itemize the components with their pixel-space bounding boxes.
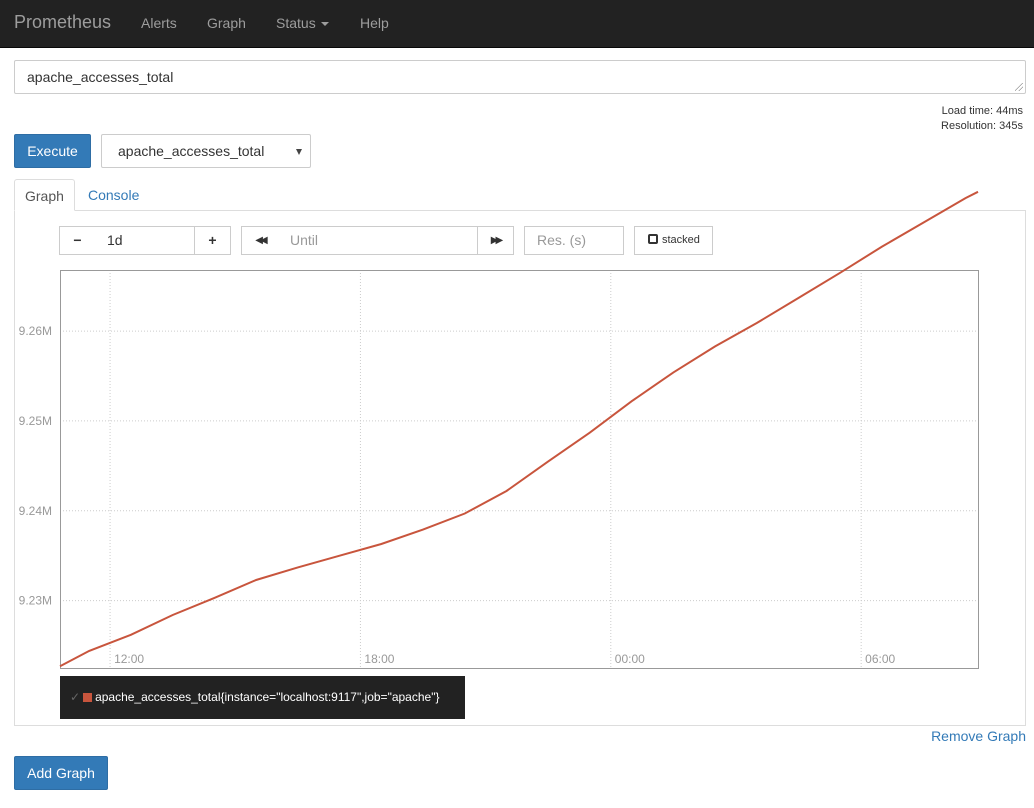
x-tick-label: 06:00 (865, 652, 895, 666)
x-axis-ticks: 12:00 18:00 00:00 06:00 (114, 652, 895, 666)
graph-chart: 9.23M 9.24M 9.25M 9.26M 12:00 18:00 00:00 06:0… (19, 190, 979, 669)
y-axis-ticks: 9.23M 9.24M 9.25M 9.26M (19, 324, 52, 608)
add-graph-button[interactable]: Add Graph (14, 756, 108, 790)
y-tick-label: 9.26M (19, 324, 52, 338)
remove-graph-link[interactable]: Remove Graph (931, 728, 1026, 744)
y-tick-label: 9.24M (19, 504, 52, 518)
tab-graph[interactable]: Graph (14, 179, 75, 211)
x-tick-label: 18:00 (364, 652, 394, 666)
x-tick-label: 12:00 (114, 652, 144, 666)
grid-lines (60, 270, 978, 668)
check-icon[interactable]: ✓ (70, 690, 80, 704)
legend: ✓ apache_accesses_total{instance="localho… (60, 676, 465, 719)
legend-color-swatch (83, 693, 93, 702)
y-tick-label: 9.23M (19, 594, 52, 608)
x-tick-label: 00:00 (615, 652, 645, 666)
legend-series-name[interactable]: apache_accesses_total{instance="localhos… (95, 690, 439, 704)
plot-frame (60, 270, 979, 669)
y-tick-label: 9.25M (19, 414, 52, 428)
series-line (59, 190, 979, 668)
